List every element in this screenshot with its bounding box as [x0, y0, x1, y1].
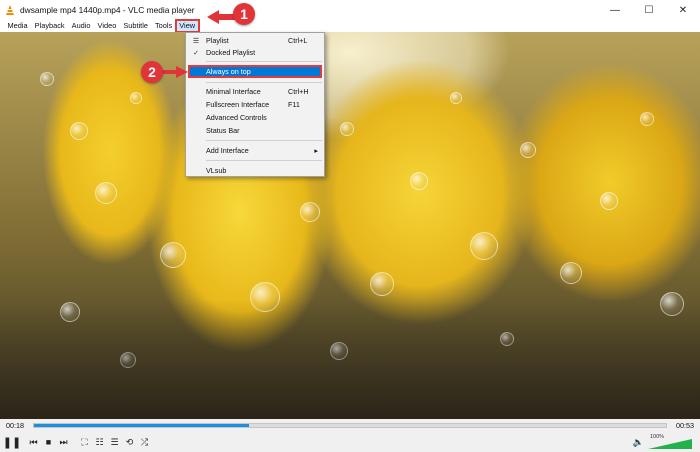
menu-view[interactable]: View: [174, 19, 200, 33]
window-title: dwsample mp4 1440p.mp4 - VLC media playe…: [20, 5, 195, 15]
menu-separator: [206, 140, 322, 141]
bubble: [450, 92, 462, 104]
step-2-badge: 2: [141, 61, 163, 83]
playback-controls: ❚❚ ⏮ ■ ⏭ ⛶ ☷ ☰ ⟲ ⤮: [0, 432, 700, 452]
bubble: [470, 232, 498, 260]
menu-separator: [206, 160, 322, 161]
annotation-arrow-2: [162, 66, 188, 78]
menu-item-status-bar[interactable]: Status Bar: [186, 125, 324, 136]
menu-item-vlsub[interactable]: VLsub: [186, 165, 324, 176]
bubble: [40, 72, 54, 86]
step-1-badge: 1: [233, 3, 255, 25]
video-shadow: [0, 299, 700, 419]
total-time: 00:53: [676, 421, 694, 430]
fullscreen-icon[interactable]: ⛶: [78, 435, 91, 449]
submenu-arrow-icon: ▸: [314, 146, 318, 155]
bubble: [95, 182, 117, 204]
elapsed-time: 00:18: [6, 421, 24, 430]
volume-slider[interactable]: 100%: [648, 434, 692, 449]
playlist-icon: ☰: [192, 37, 200, 45]
menu-separator: [206, 82, 322, 83]
close-button[interactable]: ✕: [666, 0, 700, 20]
menu-media[interactable]: Media: [4, 20, 31, 32]
bubble: [130, 92, 142, 104]
menu-playback[interactable]: Playback: [31, 20, 68, 32]
bubble: [160, 242, 186, 268]
bubble: [410, 172, 428, 190]
previous-icon[interactable]: ⏮: [27, 435, 40, 449]
minimize-button[interactable]: —: [598, 0, 632, 20]
menu-tools[interactable]: Tools: [151, 20, 175, 32]
bubble: [520, 142, 536, 158]
bubble: [640, 112, 654, 126]
checkmark-icon: ✓: [193, 49, 199, 57]
pause-icon[interactable]: ❚❚: [3, 435, 21, 449]
bubble: [600, 192, 618, 210]
bubble: [70, 122, 88, 140]
menu-item-always-on-top[interactable]: Always on top: [188, 65, 322, 78]
menu-subtitle[interactable]: Subtitle: [120, 20, 152, 32]
speaker-icon[interactable]: 🔈: [633, 437, 644, 448]
seek-progress: [34, 424, 249, 427]
bubble: [370, 272, 394, 296]
menu-item-docked-playlist[interactable]: ✓ Docked Playlist: [186, 47, 324, 58]
playlist-toggle-icon[interactable]: ☰: [108, 435, 121, 449]
loop-icon[interactable]: ⟲: [123, 435, 136, 449]
title-bar: dwsample mp4 1440p.mp4 - VLC media playe…: [0, 0, 700, 20]
menu-item-fullscreen-interface[interactable]: Fullscreen Interface F11: [186, 99, 324, 110]
menu-separator: [206, 61, 322, 62]
bubble: [340, 122, 354, 136]
menu-bar: Media Playback Audio Video Subtitle Tool…: [0, 19, 700, 33]
extended-settings-icon[interactable]: ☷: [93, 435, 106, 449]
seek-row: 00:18 00:53: [0, 419, 700, 432]
stop-icon[interactable]: ■: [42, 435, 55, 449]
menu-item-advanced-controls[interactable]: Advanced Controls: [186, 112, 324, 123]
bubble: [300, 202, 320, 222]
vlc-cone-icon: [5, 4, 16, 16]
next-icon[interactable]: ⏭: [57, 435, 70, 449]
menu-item-add-interface[interactable]: Add Interface ▸: [186, 145, 324, 156]
shuffle-icon[interactable]: ⤮: [138, 435, 151, 449]
maximize-button[interactable]: ☐: [632, 0, 666, 20]
menu-item-playlist[interactable]: ☰ Playlist Ctrl+L: [186, 35, 324, 46]
menu-item-minimal-interface[interactable]: Minimal Interface Ctrl+H: [186, 86, 324, 97]
bubble: [560, 262, 582, 284]
volume-area: 🔈 100%: [633, 433, 692, 451]
menu-video[interactable]: Video: [94, 20, 120, 32]
view-menu-dropdown: ☰ Playlist Ctrl+L ✓ Docked Playlist Alwa…: [185, 32, 325, 177]
seek-bar[interactable]: [33, 423, 667, 428]
video-display[interactable]: [0, 32, 700, 419]
volume-level: [648, 439, 692, 449]
menu-audio[interactable]: Audio: [68, 20, 94, 32]
